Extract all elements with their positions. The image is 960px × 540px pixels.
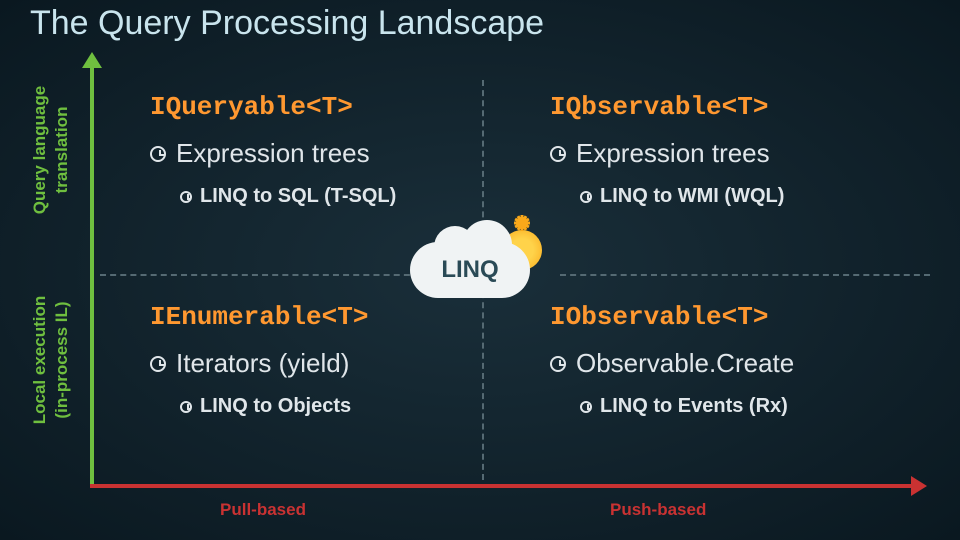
main-label: Expression trees: [176, 138, 370, 169]
interface-iobservable: IObservable<T>: [550, 302, 794, 332]
interface-iqueryable: IQueryable<T>: [150, 92, 396, 122]
quadrant-top-right: IQbservable<T> Expression trees LINQ to …: [550, 92, 784, 208]
slide-title: The Query Processing Landscape: [30, 4, 544, 43]
x-axis: [90, 484, 913, 488]
quadrant-bottom-left: IEnumerable<T> Iterators (yield) LINQ to…: [150, 302, 368, 418]
quadrant-bottom-right: IObservable<T> Observable.Create LINQ to…: [550, 302, 794, 418]
main-text: Expression trees: [150, 138, 396, 169]
sub-label: LINQ to WMI (WQL): [600, 185, 784, 208]
y-axis-label-top-line1: Query language: [30, 50, 50, 250]
main-label: Iterators (yield): [176, 348, 349, 379]
horizontal-divider-left: [100, 274, 420, 276]
main-text: Observable.Create: [550, 348, 794, 379]
y-axis: [90, 66, 94, 486]
clock-icon: [180, 191, 192, 203]
main-text: Expression trees: [550, 138, 784, 169]
main-label: Expression trees: [576, 138, 770, 169]
sub-label: LINQ to Objects: [200, 395, 351, 418]
clock-icon: [550, 146, 566, 162]
clock-icon: [180, 401, 192, 413]
x-axis-label-left: Pull-based: [220, 500, 306, 520]
linq-label: LINQ: [441, 256, 498, 284]
sub-text: LINQ to Objects: [180, 395, 368, 418]
horizontal-divider-right: [560, 274, 930, 276]
interface-iqbservable: IQbservable<T>: [550, 92, 784, 122]
y-axis-label-top-line2: translation: [52, 50, 72, 250]
sub-label: LINQ to Events (Rx): [600, 395, 788, 418]
sub-text: LINQ to WMI (WQL): [580, 185, 784, 208]
quadrant-top-left: IQueryable<T> Expression trees LINQ to S…: [150, 92, 396, 208]
sub-text: LINQ to Events (Rx): [580, 395, 794, 418]
linq-cloud: LINQ: [410, 242, 530, 298]
clock-icon: [580, 191, 592, 203]
clock-icon: [150, 146, 166, 162]
main-label: Observable.Create: [576, 348, 794, 379]
y-axis-label-bottom-line1: Local execution: [30, 260, 50, 460]
interface-ienumerable: IEnumerable<T>: [150, 302, 368, 332]
x-axis-label-right: Push-based: [610, 500, 706, 520]
sub-label: LINQ to SQL (T-SQL): [200, 185, 396, 208]
main-text: Iterators (yield): [150, 348, 368, 379]
clock-icon: [580, 401, 592, 413]
clock-icon: [150, 356, 166, 372]
y-axis-label-bottom-line2: (in-process IL): [52, 260, 72, 460]
sub-text: LINQ to SQL (T-SQL): [180, 185, 396, 208]
clock-icon: [550, 356, 566, 372]
